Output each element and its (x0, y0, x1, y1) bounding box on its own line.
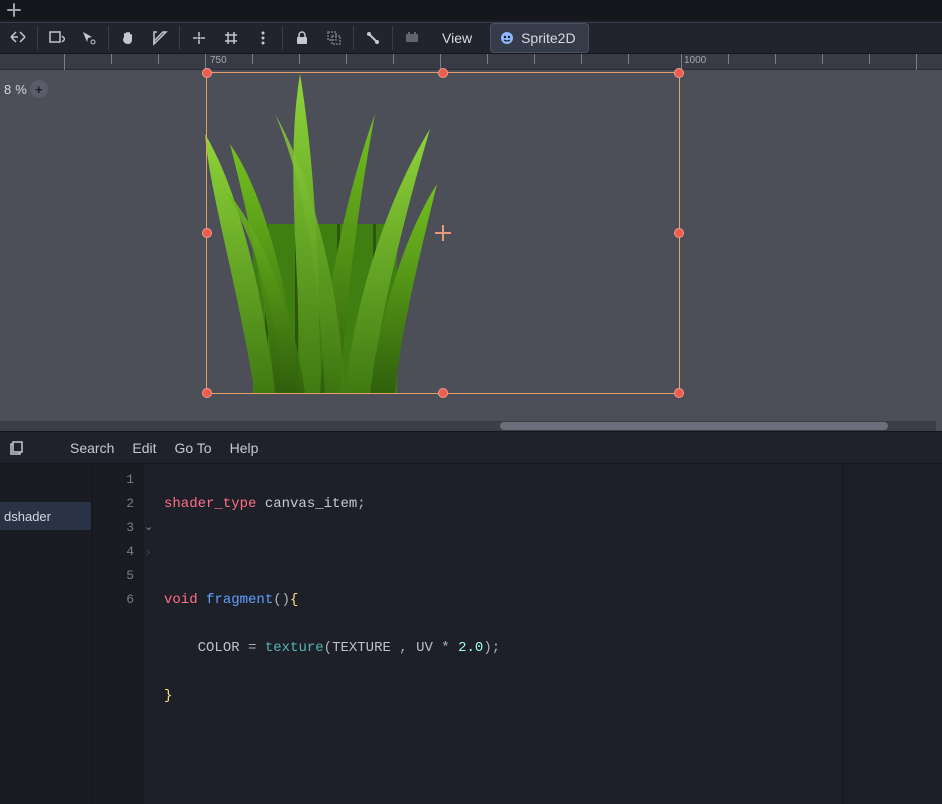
pan-tool-icon[interactable] (112, 23, 144, 53)
ruler-label-750: 750 (210, 55, 227, 66)
scene-tab-strip (0, 0, 942, 22)
shader-editor-menu: Search Edit Go To Help (0, 432, 942, 464)
node-type-button[interactable]: Sprite2D (490, 23, 588, 53)
handle-br[interactable] (674, 388, 684, 398)
handle-bl[interactable] (202, 388, 212, 398)
handle-tl[interactable] (202, 68, 212, 78)
animation-icon[interactable] (396, 23, 428, 53)
move-tool-icon[interactable] (73, 23, 105, 53)
shader-editor-body: dshader 1 2 3 4 5 6 ⌄ › shader_type canv… (0, 464, 942, 804)
canvas-toolbar: View Sprite2D (0, 22, 942, 54)
line-gutter: 1 2 3 4 5 6 (92, 464, 144, 804)
zoom-suffix: % (15, 82, 27, 97)
node-type-label: Sprite2D (521, 30, 575, 46)
snap-options-icon[interactable] (247, 23, 279, 53)
separator (37, 26, 38, 50)
separator (179, 26, 180, 50)
canvas-h-scroll-thumb[interactable] (500, 422, 888, 430)
pivot-cross-icon[interactable] (435, 225, 451, 241)
canvas-viewport: 750 1000 8 % + (0, 54, 942, 431)
fold-column: ⌄ › (144, 464, 160, 804)
canvas-area[interactable]: 750 1000 8 % + (0, 54, 942, 431)
handle-ml[interactable] (202, 228, 212, 238)
shader-file-list: dshader (0, 464, 92, 804)
zoom-value[interactable]: 8 (4, 82, 12, 97)
separator (353, 26, 354, 50)
ruler-tool-icon[interactable] (144, 23, 176, 53)
separator (392, 26, 393, 50)
group-icon[interactable] (318, 23, 350, 53)
zoom-in-button[interactable]: + (30, 80, 48, 98)
code-minimap[interactable] (842, 464, 942, 804)
ruler-label-1000: 1000 (684, 55, 706, 66)
fold-arrow-icon[interactable]: ⌄ (144, 516, 153, 540)
grid-snap-icon[interactable] (215, 23, 247, 53)
code-editor[interactable]: 1 2 3 4 5 6 ⌄ › shader_type canvas_item;… (92, 464, 942, 804)
shader-editor-panel: Search Edit Go To Help dshader 1 2 3 4 5… (0, 431, 942, 804)
separator (282, 26, 283, 50)
skeleton-options-icon[interactable] (357, 23, 389, 53)
menu-help[interactable]: Help (230, 440, 259, 456)
menu-goto[interactable]: Go To (174, 440, 211, 456)
sprite2d-icon (499, 30, 515, 46)
handle-mr[interactable] (674, 228, 684, 238)
smart-snap-icon[interactable] (183, 23, 215, 53)
list-select-icon[interactable] (41, 23, 73, 53)
shader-file-item[interactable]: dshader (0, 502, 91, 530)
handle-bm[interactable] (438, 388, 448, 398)
separator (108, 26, 109, 50)
view-menu-button[interactable]: View (428, 23, 486, 53)
selection-box[interactable] (206, 72, 680, 394)
add-scene-button[interactable] (4, 0, 24, 20)
lock-icon[interactable] (286, 23, 318, 53)
code-content[interactable]: shader_type canvas_item; void fragment()… (160, 464, 842, 804)
horizontal-ruler: 750 1000 (0, 54, 942, 70)
select-tool-icon[interactable] (2, 23, 34, 53)
file-stack-icon[interactable] (8, 439, 26, 457)
handle-tm[interactable] (438, 68, 448, 78)
zoom-controls: 8 % + (0, 78, 52, 100)
handle-tr[interactable] (674, 68, 684, 78)
menu-edit[interactable]: Edit (132, 440, 156, 456)
menu-search[interactable]: Search (70, 440, 114, 456)
canvas-h-scrollbar[interactable] (0, 421, 936, 431)
